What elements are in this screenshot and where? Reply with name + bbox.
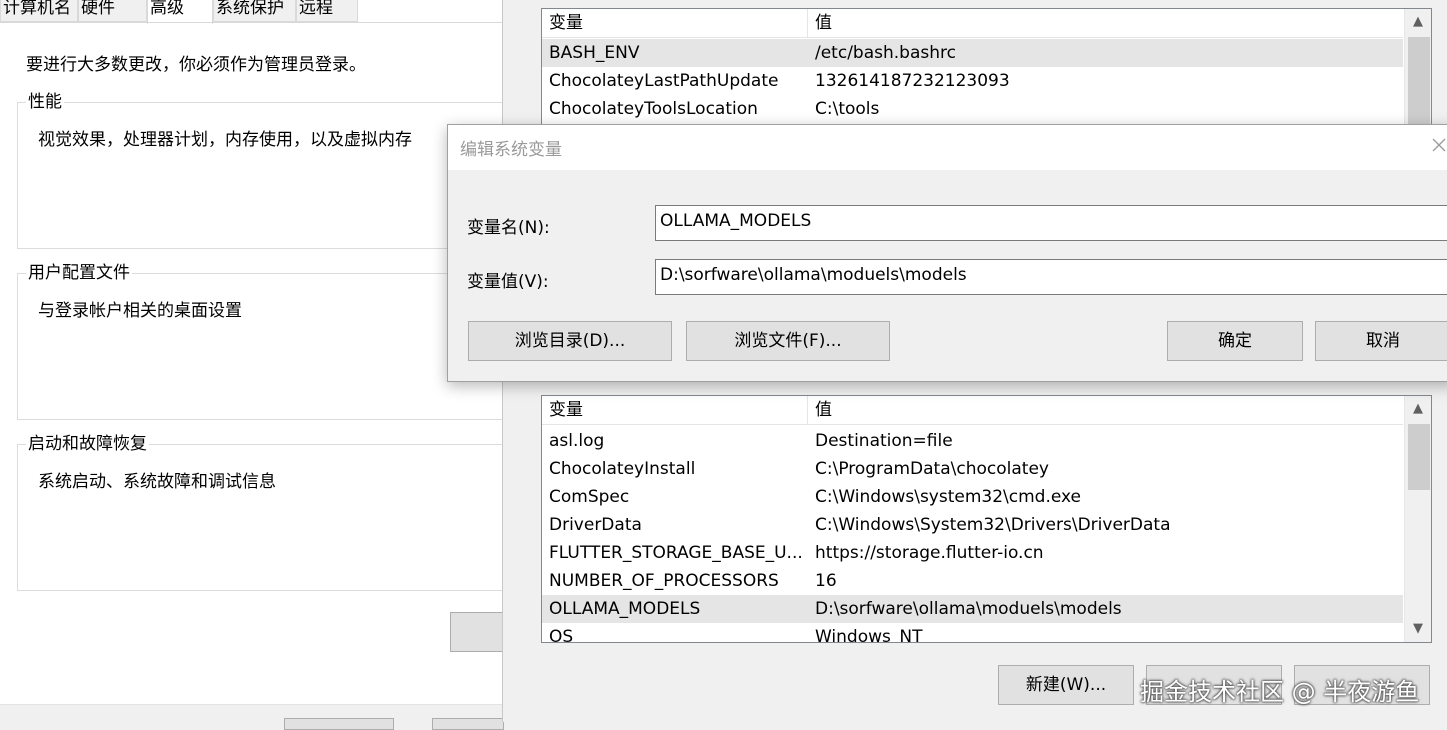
dialog-title: 编辑系统变量 <box>460 140 562 160</box>
cancel-button-partial[interactable] <box>432 718 504 730</box>
column-header-value[interactable]: 值 <box>808 9 1408 37</box>
variable-value: Destination=file <box>815 431 953 451</box>
variable-name: asl.log <box>549 431 605 451</box>
startup-recovery-group: 启动和故障恢复 系统启动、系统故障和调试信息 <box>17 433 518 591</box>
variable-value: C:\Windows\System32\Drivers\DriverData <box>815 515 1171 535</box>
variable-value: D:\sorfware\ollama\moduels\models <box>815 599 1122 619</box>
variable-value-field[interactable]: D:\sorfware\ollama\moduels\models <box>655 259 1447 295</box>
variable-name-label: 变量名(N): <box>467 218 550 238</box>
system-properties-window: 计算机名 硬件 高级 系统保护 远程 要进行大多数更改，你必须作为管理员登录。 … <box>0 0 518 730</box>
performance-description: 视觉效果，处理器计划，内存使用，以及虚拟内存 <box>38 130 412 150</box>
close-icon[interactable] <box>1432 133 1446 157</box>
new-variable-button[interactable]: 新建(W)... <box>998 665 1134 705</box>
dialog-titlebar[interactable]: 编辑系统变量 <box>448 125 1447 170</box>
tab-bar: 计算机名 硬件 高级 系统保护 远程 <box>0 0 502 24</box>
variable-value: 16 <box>815 571 837 591</box>
column-header-variable[interactable]: 变量 <box>542 396 808 424</box>
variable-name: DriverData <box>549 515 642 535</box>
user-profiles-description: 与登录帐户相关的桌面设置 <box>38 301 242 321</box>
tab-hardware[interactable]: 硬件 <box>78 0 147 22</box>
variable-name: ChocolateyLastPathUpdate <box>549 71 779 91</box>
variable-value: C:\ProgramData\chocolatey <box>815 459 1049 479</box>
list-item[interactable]: DriverData C:\Windows\System32\Drivers\D… <box>542 511 1403 539</box>
edit-system-variable-dialog: 编辑系统变量 变量名(N): OLLAMA_MODELS 变量值(V): D:\… <box>447 124 1447 382</box>
system-variables-list[interactable]: 变量 值 asl.log Destination=file Chocolatey… <box>541 395 1432 643</box>
bottom-button-bar <box>0 704 502 723</box>
startup-recovery-description: 系统启动、系统故障和调试信息 <box>38 472 276 492</box>
variable-value: C:\Windows\system32\cmd.exe <box>815 487 1082 507</box>
list-item[interactable]: asl.log Destination=file <box>542 427 1403 455</box>
performance-title: 性能 <box>26 91 64 113</box>
list-header: 变量 值 <box>542 396 1403 425</box>
list-header: 变量 值 <box>542 9 1403 38</box>
variable-value: 132614187232123093 <box>815 71 1010 91</box>
variable-name: FLUTTER_STORAGE_BASE_U... <box>549 543 801 563</box>
list-item-selected[interactable]: OLLAMA_MODELS D:\sorfware\ollama\moduels… <box>542 595 1403 623</box>
list-item[interactable]: ChocolateyToolsLocation C:\tools <box>542 95 1403 123</box>
chevron-down-icon[interactable]: ▼ <box>1405 616 1431 642</box>
variable-name-field[interactable]: OLLAMA_MODELS <box>655 205 1447 241</box>
column-header-value[interactable]: 值 <box>808 396 1408 424</box>
variable-name: ChocolateyInstall <box>549 459 696 479</box>
variable-name: OLLAMA_MODELS <box>549 599 701 619</box>
user-profiles-title: 用户配置文件 <box>26 262 132 284</box>
user-profiles-group: 用户配置文件 与登录帐户相关的桌面设置 <box>17 262 518 420</box>
list-item[interactable]: OS Windows_NT <box>542 623 1403 643</box>
tab-system-protection[interactable]: 系统保护 <box>213 0 296 22</box>
vertical-scrollbar[interactable]: ▲ ▼ <box>1404 396 1431 642</box>
environment-variables-button[interactable] <box>450 612 510 652</box>
browse-file-button[interactable]: 浏览文件(F)... <box>686 321 890 361</box>
chevron-up-icon[interactable]: ▲ <box>1405 9 1431 35</box>
variable-value: C:\tools <box>815 99 880 119</box>
tab-advanced[interactable]: 高级 <box>147 0 213 24</box>
list-item[interactable]: BASH_ENV /etc/bash.bashrc <box>542 39 1403 67</box>
scrollbar-thumb[interactable] <box>1408 37 1430 127</box>
tab-remote[interactable]: 远程 <box>296 0 358 22</box>
list-item[interactable]: FLUTTER_STORAGE_BASE_U... https://storag… <box>542 539 1403 567</box>
variable-name: ChocolateyToolsLocation <box>549 99 758 119</box>
admin-note: 要进行大多数更改，你必须作为管理员登录。 <box>26 55 366 75</box>
variable-name: NUMBER_OF_PROCESSORS <box>549 571 779 591</box>
variable-value: Windows_NT <box>815 627 923 643</box>
list-item[interactable]: NUMBER_OF_PROCESSORS 16 <box>542 567 1403 595</box>
vertical-scrollbar[interactable]: ▲ <box>1404 9 1431 127</box>
startup-recovery-title: 启动和故障恢复 <box>26 433 149 455</box>
variable-value: /etc/bash.bashrc <box>815 43 956 63</box>
watermark-text: 掘金技术社区 @ 半夜游鱼 <box>1140 678 1420 706</box>
tab-computer-name[interactable]: 计算机名 <box>0 0 78 22</box>
ok-button[interactable]: 确定 <box>1167 321 1303 361</box>
list-item[interactable]: ChocolateyInstall C:\ProgramData\chocola… <box>542 455 1403 483</box>
variable-name: OS <box>549 627 574 643</box>
user-variables-list[interactable]: 变量 值 BASH_ENV /etc/bash.bashrc Chocolate… <box>541 8 1432 128</box>
list-item[interactable]: ChocolateyLastPathUpdate 132614187232123… <box>542 67 1403 95</box>
scrollbar-thumb[interactable] <box>1408 424 1430 490</box>
variable-name: BASH_ENV <box>549 43 640 63</box>
tab-divider <box>0 22 502 23</box>
ok-button-partial[interactable] <box>284 718 394 730</box>
column-header-variable[interactable]: 变量 <box>542 9 808 37</box>
chevron-up-icon[interactable]: ▲ <box>1405 396 1431 422</box>
variable-value: https://storage.flutter-io.cn <box>815 543 1044 563</box>
list-item[interactable]: ComSpec C:\Windows\system32\cmd.exe <box>542 483 1403 511</box>
variable-name: ComSpec <box>549 487 630 507</box>
variable-value-label: 变量值(V): <box>467 272 549 292</box>
cancel-button[interactable]: 取消 <box>1315 321 1447 361</box>
browse-directory-button[interactable]: 浏览目录(D)... <box>468 321 672 361</box>
performance-group: 性能 视觉效果，处理器计划，内存使用，以及虚拟内存 <box>17 91 518 249</box>
